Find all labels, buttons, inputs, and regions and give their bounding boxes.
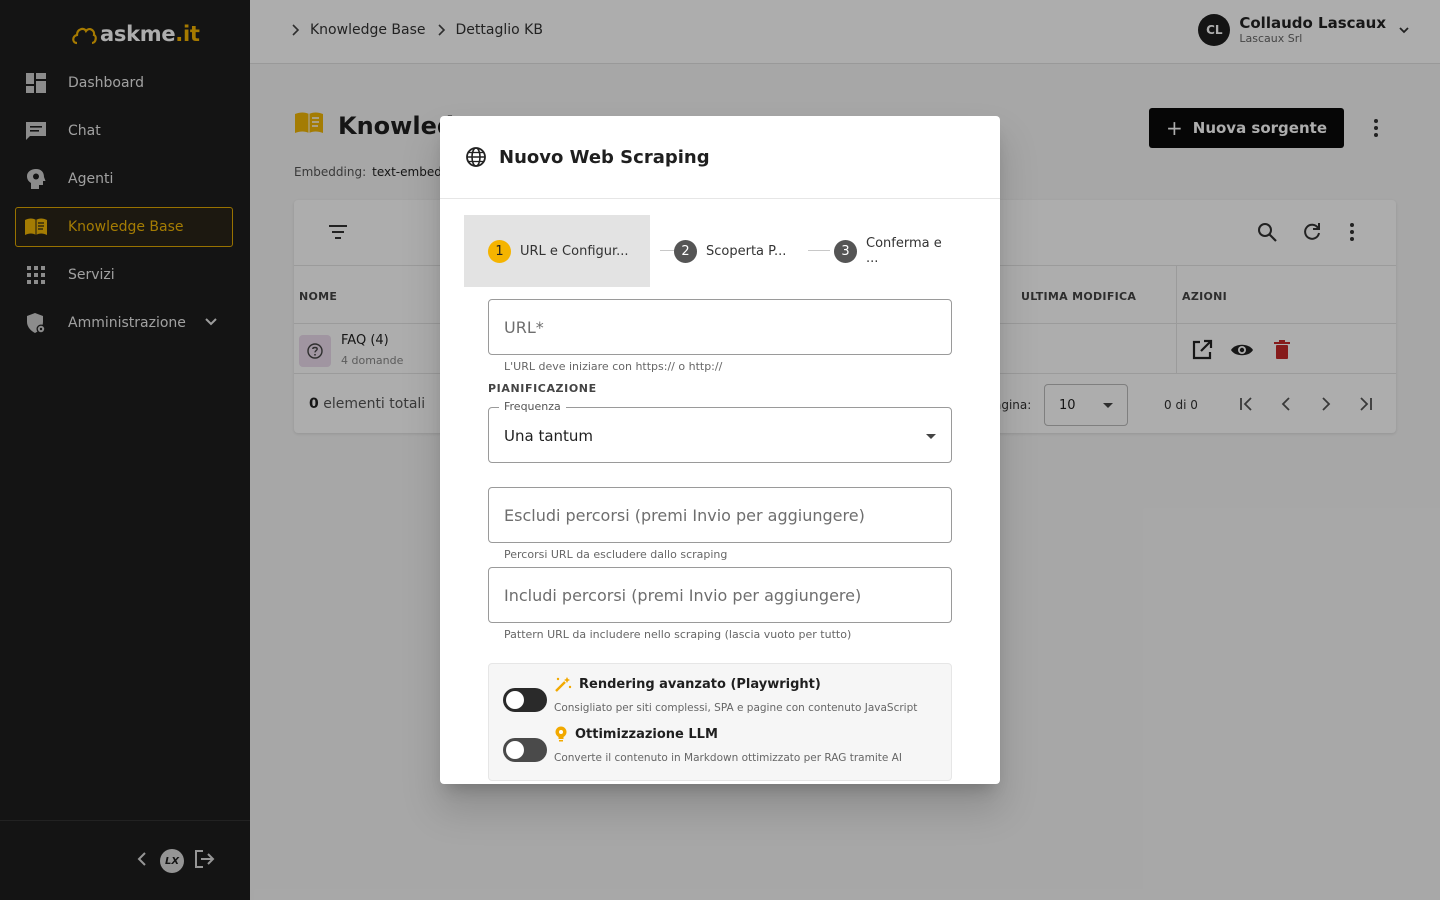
playwright-option: Rendering avanzato (Playwright) Consigli… — [503, 676, 943, 720]
frequency-value: Una tantum — [504, 427, 594, 445]
exclude-paths-placeholder: Escludi percorsi (premi Invio per aggiun… — [504, 506, 865, 525]
step-label: URL e Configur... — [520, 243, 629, 259]
web-scraping-dialog: Nuovo Web Scraping 1 URL e Configur... 2… — [440, 116, 1000, 784]
step-number: 2 — [674, 239, 697, 263]
playwright-title: Rendering avanzato (Playwright) — [579, 676, 821, 692]
step-label: Conferma e ... — [866, 236, 942, 266]
llm-toggle[interactable] — [503, 738, 547, 762]
step-connector — [808, 250, 830, 251]
step-url-config[interactable]: 1 URL e Configur... — [464, 215, 650, 287]
exclude-paths-hint: Percorsi URL da escludere dallo scraping — [504, 548, 728, 561]
include-paths-field[interactable]: Includi percorsi (premi Invio per aggiun… — [488, 567, 952, 623]
include-paths-placeholder: Includi percorsi (premi Invio per aggiun… — [504, 586, 862, 605]
step-number: 1 — [488, 239, 511, 263]
lightbulb-icon — [554, 726, 568, 742]
dialog-header: Nuovo Web Scraping — [440, 116, 1000, 199]
step-label: Scoperta P... — [706, 243, 787, 259]
llm-title: Ottimizzazione LLM — [575, 726, 718, 742]
stepper: 1 URL e Configur... 2 Scoperta P... 3 Co… — [464, 215, 952, 287]
globe-icon — [465, 146, 487, 168]
frequency-label: Frequenza — [499, 400, 566, 413]
url-field[interactable]: URL* — [488, 299, 952, 355]
dialog-title: Nuovo Web Scraping — [499, 146, 710, 168]
url-hint: L'URL deve iniziare con https:// o http:… — [504, 360, 723, 373]
playwright-toggle[interactable] — [503, 688, 547, 712]
playwright-description: Consigliato per siti complessi, SPA e pa… — [554, 702, 918, 714]
frequency-select[interactable]: Frequenza Una tantum — [488, 400, 952, 463]
exclude-paths-field[interactable]: Escludi percorsi (premi Invio per aggiun… — [488, 487, 952, 543]
step-discovery[interactable]: 2 Scoperta P... — [674, 215, 786, 287]
scheduling-section-label: PIANIFICAZIONE — [488, 382, 597, 395]
step-number: 3 — [834, 239, 857, 263]
step-confirm[interactable]: 3 Conferma e ... — [834, 215, 952, 287]
advanced-options-panel: Rendering avanzato (Playwright) Consigli… — [488, 663, 952, 781]
llm-description: Converte il contenuto in Markdown ottimi… — [554, 752, 902, 764]
magic-wand-icon — [554, 676, 572, 692]
include-paths-hint: Pattern URL da includere nello scraping … — [504, 628, 852, 641]
llm-option: Ottimizzazione LLM Converte il contenuto… — [503, 726, 943, 770]
url-placeholder: URL* — [504, 318, 544, 337]
dropdown-caret-icon — [926, 434, 936, 439]
